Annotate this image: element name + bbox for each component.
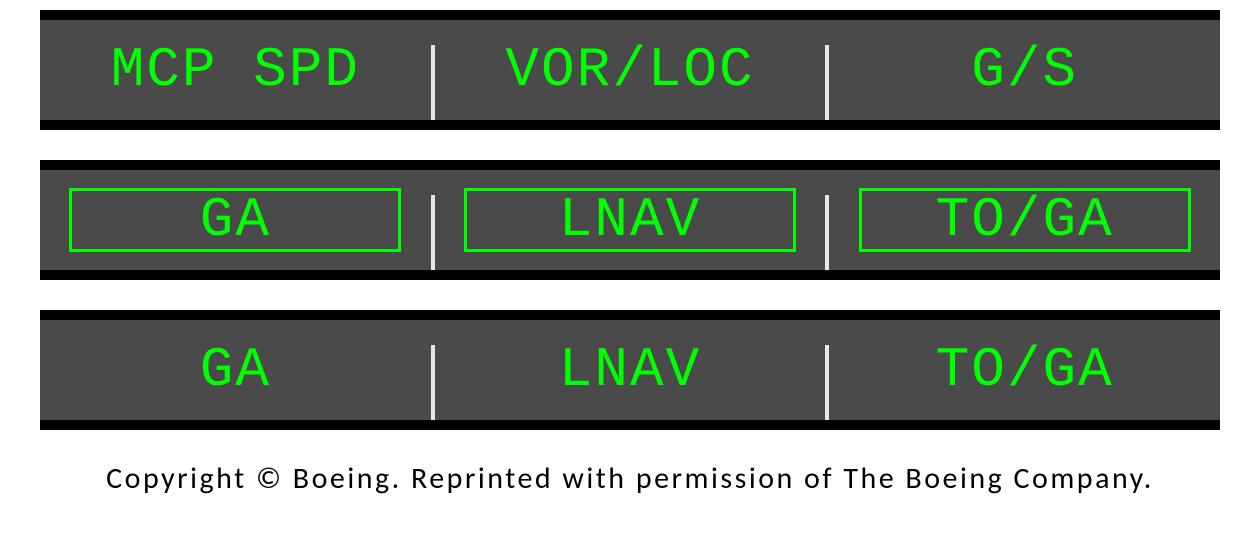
thrust-mode-text: GA <box>200 188 271 252</box>
mode-engaged-box: TO/GA <box>859 188 1191 252</box>
roll-mode-text: VOR/LOC <box>505 38 754 102</box>
roll-mode-cell: VOR/LOC <box>435 20 826 120</box>
fma-panel-2: GA LNAV TO/GA <box>40 160 1220 280</box>
thrust-mode-text: MCP SPD <box>111 38 360 102</box>
thrust-mode-cell: GA <box>40 170 431 270</box>
roll-mode-cell: LNAV <box>435 320 826 420</box>
pitch-mode-text: TO/GA <box>936 188 1114 252</box>
fma-panel-1: MCP SPD VOR/LOC G/S <box>40 10 1220 130</box>
fma-row: GA LNAV TO/GA <box>40 320 1220 420</box>
pitch-mode-cell: TO/GA <box>829 320 1220 420</box>
mode-engaged-box: LNAV <box>464 188 796 252</box>
fma-row: MCP SPD VOR/LOC G/S <box>40 20 1220 120</box>
thrust-mode-cell: GA <box>40 320 431 420</box>
pitch-mode-text: G/S <box>971 38 1078 102</box>
roll-mode-text: LNAV <box>559 338 701 402</box>
thrust-mode-cell: MCP SPD <box>40 20 431 120</box>
roll-mode-cell: LNAV <box>435 170 826 270</box>
fma-row: GA LNAV TO/GA <box>40 170 1220 270</box>
thrust-mode-text: GA <box>200 338 271 402</box>
pitch-mode-text: TO/GA <box>936 338 1114 402</box>
pitch-mode-cell: G/S <box>829 20 1220 120</box>
copyright-text: Copyright © Boeing. Reprinted with permi… <box>40 460 1220 497</box>
roll-mode-text: LNAV <box>559 188 701 252</box>
mode-engaged-box: GA <box>69 188 401 252</box>
fma-panel-3: GA LNAV TO/GA <box>40 310 1220 430</box>
pitch-mode-cell: TO/GA <box>829 170 1220 270</box>
